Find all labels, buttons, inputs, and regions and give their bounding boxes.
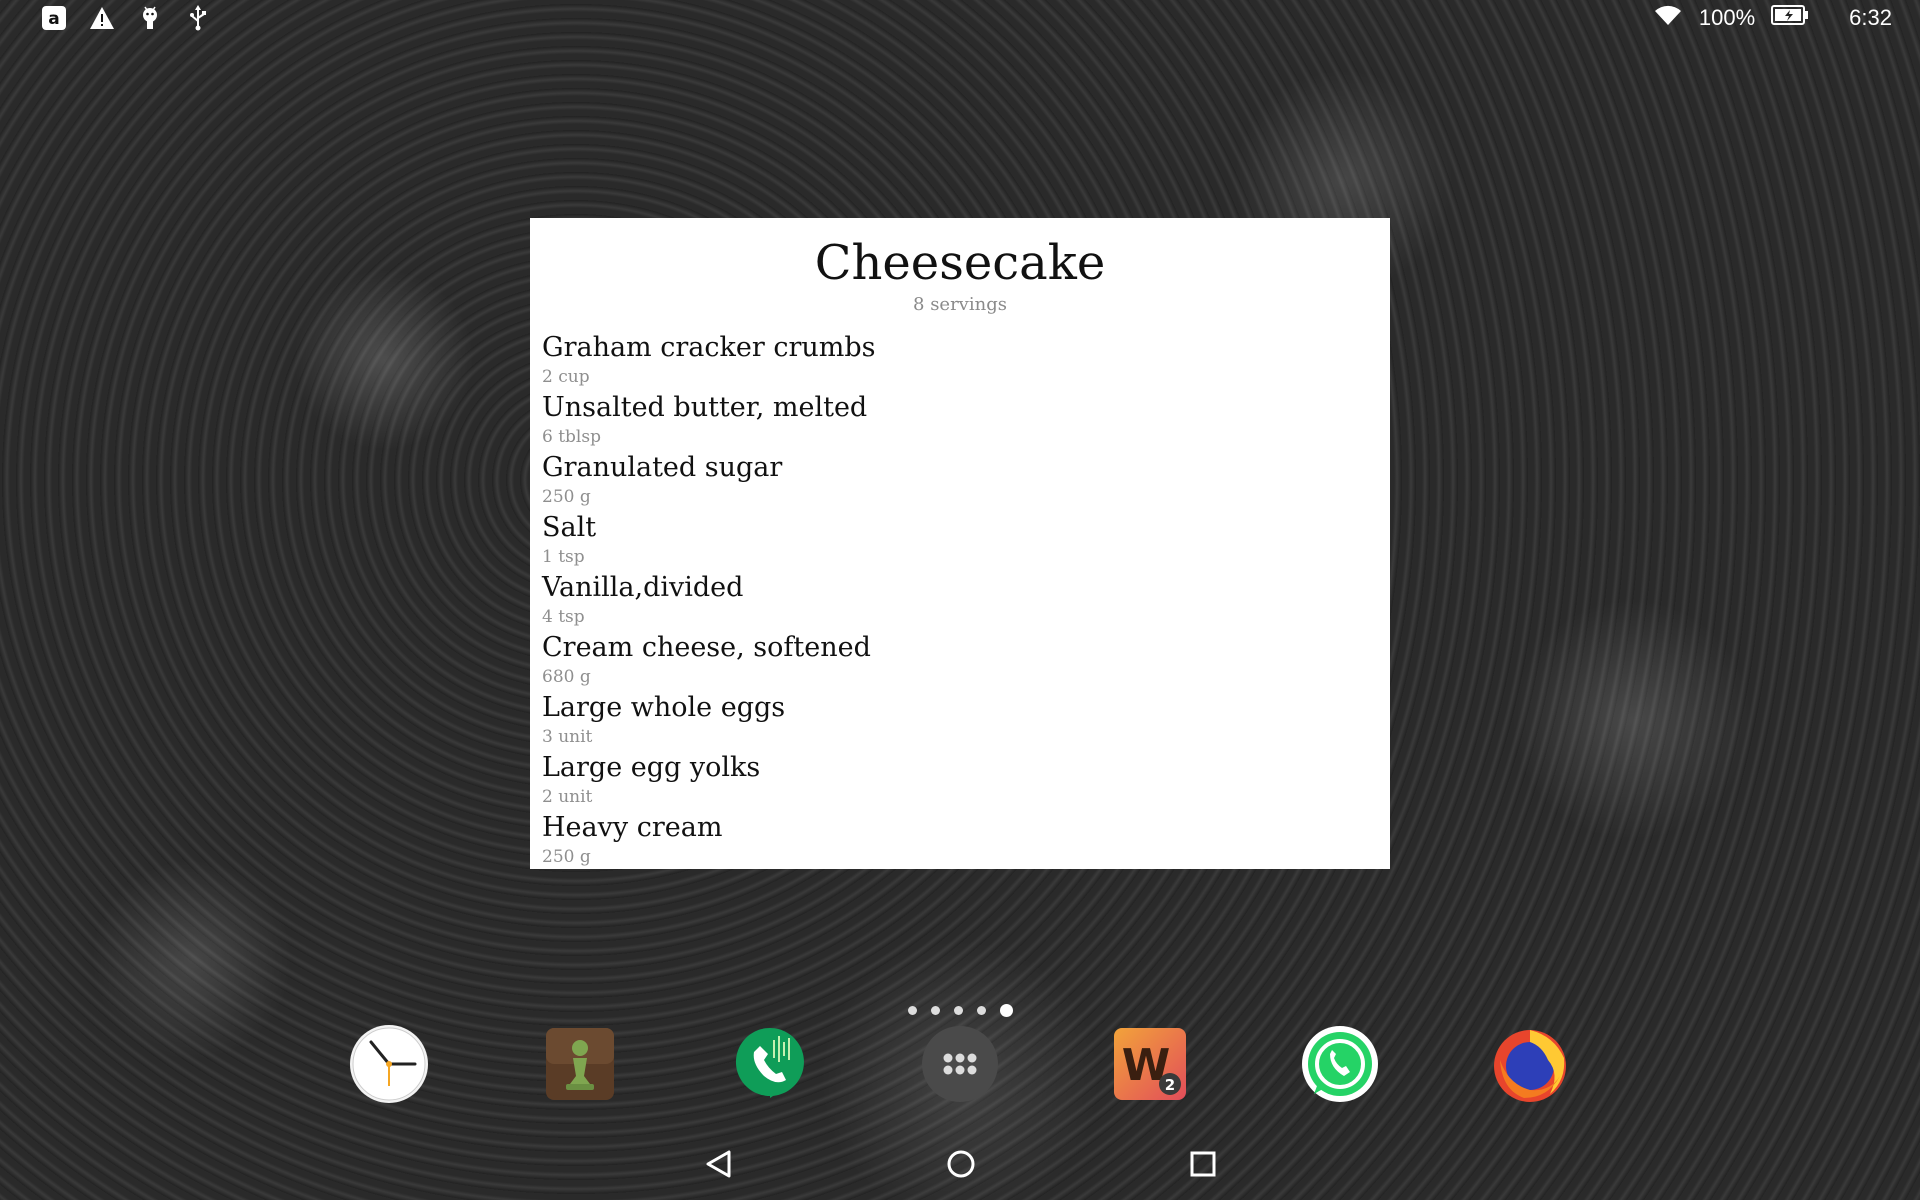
ingredient-quantity: 2 cup	[542, 367, 590, 387]
recents-icon[interactable]	[1183, 1144, 1223, 1184]
ingredient-item[interactable]: Large whole eggs 3 unit	[542, 692, 1390, 752]
page-indicator	[900, 1000, 1020, 1020]
ingredient-name: Large whole eggs	[542, 692, 786, 723]
usb-icon	[184, 4, 212, 32]
ingredient-quantity: 6 tblsp	[542, 427, 601, 447]
ingredient-name: Graham cracker crumbs	[542, 332, 876, 363]
ingredient-item[interactable]: Vanilla,divided 4 tsp	[542, 572, 1390, 632]
whatsapp-app-icon[interactable]	[1300, 1024, 1380, 1104]
recipe-widget[interactable]: Cheesecake 8 servings Graham cracker cru…	[530, 218, 1390, 869]
page-dot[interactable]	[930, 1005, 940, 1015]
ingredient-item[interactable]: Granulated sugar 250 g	[542, 452, 1390, 512]
ingredient-name: Vanilla,divided	[542, 572, 744, 603]
ingredient-item[interactable]: Large egg yolks 2 unit	[542, 752, 1390, 812]
words-with-friends-app-icon[interactable]: W2	[1110, 1024, 1190, 1104]
ingredient-item[interactable]: Heavy cream 250 g	[542, 812, 1390, 869]
ingredient-item[interactable]: Cream cheese, softened 680 g	[542, 632, 1390, 692]
ingredient-name: Salt	[542, 512, 597, 543]
ingredient-name: Unsalted butter, melted	[542, 392, 868, 423]
clock-app-icon[interactable]	[349, 1024, 429, 1104]
hangouts-dialer-app-icon[interactable]	[730, 1024, 810, 1104]
recipe-servings: 8 servings	[913, 294, 1007, 315]
ingredient-list[interactable]: Graham cracker crumbs 2 cup Unsalted but…	[542, 332, 1390, 869]
status-bar: a 100% 6:32	[0, 0, 1920, 36]
ingredient-item[interactable]: Unsalted butter, melted 6 tblsp	[542, 392, 1390, 452]
home-icon[interactable]	[941, 1144, 981, 1184]
home-screen: a 100% 6:32 Cheesecake 8 servings Graham…	[0, 0, 1920, 1200]
ingredient-quantity: 250 g	[542, 847, 591, 867]
recipe-title: Cheesecake	[814, 235, 1106, 291]
back-icon[interactable]	[699, 1144, 739, 1184]
firefox-app-icon[interactable]	[1490, 1024, 1570, 1104]
page-dot[interactable]	[976, 1005, 986, 1015]
battery-icon	[1771, 4, 1809, 32]
ingredient-quantity: 680 g	[542, 667, 591, 687]
ingredient-quantity: 2 unit	[542, 787, 593, 807]
ingredient-name: Cream cheese, softened	[542, 632, 871, 663]
ingredient-quantity: 4 tsp	[542, 607, 585, 627]
battery-percent: 100%	[1698, 5, 1756, 30]
ingredient-item[interactable]: Graham cracker crumbs 2 cup	[542, 332, 1390, 392]
ingredient-name: Heavy cream	[542, 812, 723, 843]
page-dot[interactable]	[953, 1005, 963, 1015]
ingredient-name: Granulated sugar	[542, 452, 783, 483]
words-badge-count: 2	[1165, 1076, 1175, 1094]
ingredient-item[interactable]: Salt 1 tsp	[542, 512, 1390, 572]
android-debug-icon	[136, 4, 164, 32]
clock-time: 6:32	[1849, 5, 1892, 30]
app-drawer-icon[interactable]	[920, 1024, 1000, 1104]
ingredient-name: Large egg yolks	[542, 752, 761, 783]
ingredient-quantity: 250 g	[542, 487, 591, 507]
page-dot-active[interactable]	[999, 1003, 1013, 1017]
warning-icon	[88, 4, 116, 32]
wifi-icon	[1653, 3, 1683, 33]
chess-app-icon[interactable]	[540, 1024, 620, 1104]
svg-text:a: a	[48, 9, 59, 29]
ingredient-quantity: 3 unit	[542, 727, 593, 747]
amazon-icon: a	[40, 4, 68, 32]
page-dot[interactable]	[907, 1005, 917, 1015]
ingredient-quantity: 1 tsp	[542, 547, 585, 567]
